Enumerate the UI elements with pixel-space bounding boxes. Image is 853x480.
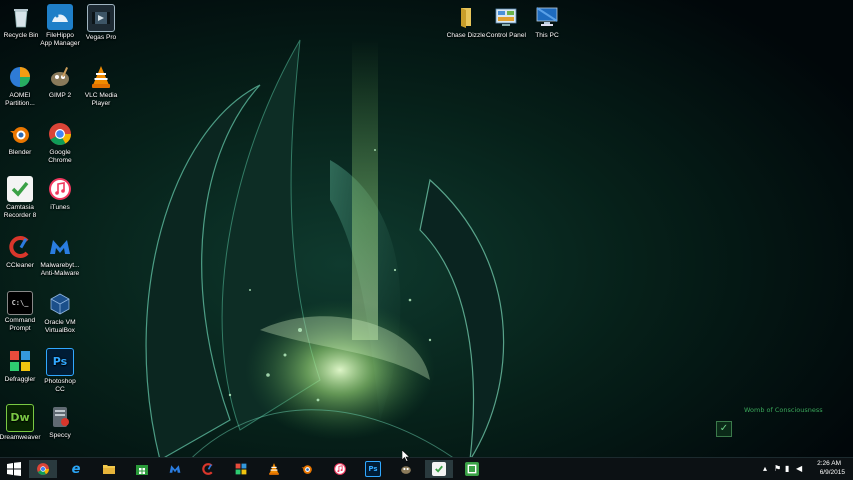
folder-icon [453,4,479,30]
gimp-icon [47,64,73,90]
desktop-icon-chrome[interactable]: Google Chrome [37,121,83,165]
volume-icon[interactable]: ◀ [796,464,802,473]
camtasia-studio-icon [465,462,479,476]
clock-date[interactable]: 6/9/2015 [820,469,845,476]
taskbar-ccleaner[interactable] [194,460,222,478]
this-pc-icon [534,4,560,30]
taskbar-blender[interactable] [293,460,321,478]
recycle-bin-icon [8,4,34,30]
desktop-icon-photoshop[interactable]: Ps Photoshop CC [37,348,83,394]
chrome-icon [37,463,49,475]
blender-icon [301,465,312,474]
gimp-icon [401,466,411,474]
cmd-icon: C:\_ [7,291,33,315]
blender-icon [7,121,33,147]
desktop-icon-label: iTunes [50,204,70,211]
flag-icon[interactable]: ⚑ [774,464,781,473]
control-panel-icon [493,4,519,30]
taskbar-store[interactable] [128,460,156,478]
filehippo-icon [47,4,73,30]
taskbar-file-explorer[interactable] [95,460,123,478]
taskbar-camtasia-recorder[interactable] [425,460,453,478]
photoshop-icon: Ps [365,461,381,477]
photoshop-icon: Ps [46,348,74,376]
desktop-icon-label: Oracle VM VirtualBox [44,319,76,334]
vlc-icon [269,463,279,475]
desktop-wallpaper [0,0,853,480]
taskbar-gimp[interactable] [392,460,420,478]
desktop-icon-label: GIMP 2 [48,92,72,99]
dreamweaver-icon: Dw [6,404,34,432]
desktop-icon-control-panel[interactable]: Control Panel [483,4,529,40]
camtasia-icon [7,176,33,202]
windows-logo-icon [7,462,21,476]
taskbar: e Ps ▴ ⚑ ▮ ◀ 2:26 AM 6/9/2015 [0,457,853,480]
taskbar-malwarebytes[interactable] [161,460,189,478]
desktop-icon-virtualbox[interactable]: Oracle VM VirtualBox [37,291,83,335]
desktop-icon-label: Google Chrome [48,149,72,164]
itunes-icon [47,176,73,202]
vegas-pro-icon [87,4,115,32]
taskbar-chrome[interactable] [29,460,57,478]
mouse-cursor-icon [402,450,410,462]
start-button[interactable] [0,460,28,478]
ccleaner-icon [202,463,213,475]
desktop-icon-this-pc[interactable]: This PC [524,4,570,40]
network-icon[interactable]: ▮ [785,464,789,473]
taskbar-internet-explorer[interactable]: e [62,460,90,478]
desktop-icon-vegas-pro[interactable]: Vegas Pro [78,4,124,42]
itunes-icon [334,463,346,475]
wallpaper-caption: Womb of Consciousness [744,406,823,414]
chrome-icon [47,121,73,147]
desktop-icon-label: Speccy [49,432,71,439]
virtualbox-icon [47,291,73,317]
taskbar-photoshop[interactable]: Ps [359,460,387,478]
camtasia-icon [432,462,446,476]
desktop-icon-label: Vegas Pro [85,34,117,41]
desktop-icon-label: VLC Media Player [84,92,118,107]
desktop-icon-speccy[interactable]: Speccy [37,404,83,440]
aomei-icon [7,64,33,90]
speccy-icon [47,404,73,430]
malwarebytes-icon [169,465,181,473]
desktop-icon-label: Malwarebyt... Anti-Malware [40,262,80,277]
taskbar-camtasia-studio[interactable] [458,460,486,478]
desktop-icon-filehippo[interactable]: FileHippo App Manager [37,4,83,48]
desktop-icon-label: This PC [535,32,559,39]
malwarebytes-icon [47,234,73,260]
desktop-icon-label: FileHippo App Manager [40,32,80,47]
ccleaner-icon [7,234,33,260]
defraggler-icon [235,463,247,475]
internet-explorer-icon: e [71,461,81,477]
defraggler-icon [7,348,33,374]
wallpaper-logo-icon: ✓ [716,421,732,437]
desktop-icon-malwarebytes[interactable]: Malwarebyt... Anti-Malware [37,234,83,278]
taskbar-defraggler[interactable] [227,460,255,478]
desktop-icon-itunes[interactable]: iTunes [37,176,83,212]
desktop-icon-gimp[interactable]: GIMP 2 [37,64,83,100]
taskbar-itunes[interactable] [326,460,354,478]
system-tray: ▴ ⚑ ▮ ◀ 2:26 AM 6/9/2015 [753,458,853,480]
store-icon [136,465,148,475]
file-explorer-icon [103,465,115,474]
desktop-icon-label: Control Panel [486,32,526,39]
show-hidden-icon[interactable]: ▴ [763,464,767,473]
vlc-icon [88,64,114,90]
desktop-icon-vlc[interactable]: VLC Media Player [78,64,124,108]
taskbar-vlc[interactable] [260,460,288,478]
clock-time[interactable]: 2:26 AM [817,460,841,467]
desktop-icon-label: Photoshop CC [44,378,76,393]
